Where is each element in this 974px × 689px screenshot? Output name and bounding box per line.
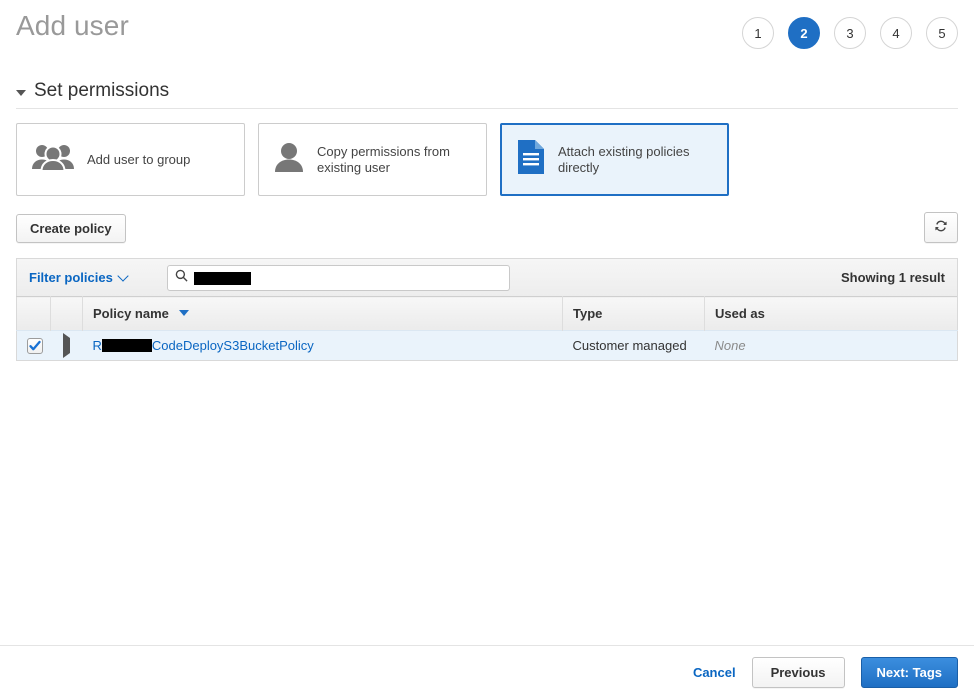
policy-table: Policy name Type Used as R CodeDeployS3Bu… [16,296,958,361]
option-label-attach-existing-policies: Attach existing policies directly [558,143,690,175]
row-checkbox-checked[interactable] [27,337,43,354]
column-policy-name[interactable]: Policy name [82,296,563,331]
option-copy-permissions[interactable]: Copy permissions from existing user [258,123,487,196]
page-header: Add user 1 2 3 4 5 [0,0,974,72]
row-select-cell[interactable] [16,330,51,361]
option-label-copy-permissions: Copy permissions from existing user [317,143,450,175]
option-label-add-user-to-group: Add user to group [87,151,191,167]
footer-divider [0,645,974,646]
policy-name-redacted [101,338,152,352]
column-expand [50,296,83,331]
cancel-button[interactable]: Cancel [693,665,736,680]
page-title: Add user [16,10,129,41]
column-policy-name-label: Policy name [93,306,169,321]
used-as-value: None [714,337,746,353]
policy-name-prefix: R [92,337,102,353]
policy-toolbar: Create policy [16,212,958,244]
policy-name-link[interactable]: R CodeDeployS3BucketPolicy [93,338,314,353]
table-row[interactable]: R CodeDeployS3BucketPolicy Customer manag… [16,330,958,361]
column-select-all[interactable] [16,296,51,331]
create-policy-button[interactable]: Create policy [16,214,126,243]
set-permissions-section-header[interactable]: Set permissions [16,80,958,109]
search-input[interactable] [167,265,510,291]
row-policy-name-cell[interactable]: R CodeDeployS3BucketPolicy [82,330,563,361]
refresh-icon [933,218,949,237]
step-indicator: 1 2 3 4 5 [742,17,958,49]
row-used-as-cell: None [704,330,958,361]
step-3[interactable]: 3 [834,17,866,49]
policy-table-body: R CodeDeployS3BucketPolicy Customer manag… [16,330,958,361]
document-icon [516,139,546,180]
step-4[interactable]: 4 [880,17,912,49]
filter-policies-label: Filter policies [29,270,113,285]
column-type[interactable]: Type [562,296,705,331]
footer-actions: Cancel Previous Next: Tags [693,657,958,688]
permission-options: Add user to group Copy permissions from … [16,123,958,196]
option-attach-existing-policies[interactable]: Attach existing policies directly [500,123,729,196]
row-type-cell: Customer managed [562,330,705,361]
previous-button[interactable]: Previous [751,657,845,688]
filter-policies-dropdown[interactable]: Filter policies [29,270,129,285]
step-1[interactable]: 1 [742,17,774,49]
refresh-button[interactable] [924,212,958,243]
sort-descending-icon [178,310,189,316]
section-title: Set permissions [34,80,170,101]
user-icon [273,140,305,179]
step-2[interactable]: 2 [788,17,820,49]
users-group-icon [31,141,75,178]
table-header-row: Policy name Type Used as [16,296,958,331]
row-expand-cell[interactable] [50,330,83,361]
search-value-redacted [194,271,251,285]
expand-triangle-icon[interactable] [62,332,70,358]
caret-down-icon[interactable] [16,90,26,96]
search-icon [175,269,188,287]
check-icon [29,340,41,350]
filter-bar: Filter policies Showing 1 result [16,258,958,296]
column-used-as[interactable]: Used as [704,296,958,331]
next-tags-button[interactable]: Next: Tags [860,657,958,688]
step-5[interactable]: 5 [926,17,958,49]
chevron-down-icon [117,270,129,282]
policy-table-header: Policy name Type Used as [16,296,958,331]
policy-name-suffix: CodeDeployS3BucketPolicy [151,337,314,353]
option-add-user-to-group[interactable]: Add user to group [16,123,245,196]
result-count: Showing 1 result [840,270,945,285]
